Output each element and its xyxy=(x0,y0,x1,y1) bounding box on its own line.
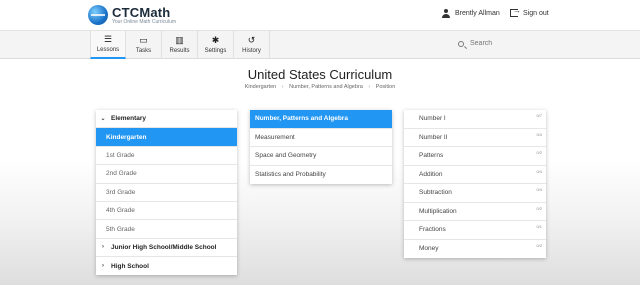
topic-item[interactable]: Patterns 0/2 xyxy=(404,147,546,166)
user-menu[interactable]: Brently Allman xyxy=(442,9,500,18)
nav-label: Settings xyxy=(204,48,227,54)
level-elementary[interactable]: ⌄ Elementary xyxy=(96,110,237,129)
strand-label: Number, Patterns and Algebra xyxy=(255,115,348,123)
nav-history[interactable]: ↺ History xyxy=(234,31,270,59)
strand-label: Measurement xyxy=(255,133,295,141)
page-title: United States Curriculum xyxy=(247,67,393,82)
grade-label: 2nd Grade xyxy=(106,170,137,178)
grade-kindergarten[interactable]: Kindergarten xyxy=(96,128,237,147)
topic-progress: 0/4 xyxy=(536,168,542,174)
level-label: High School xyxy=(111,262,149,270)
topic-item[interactable]: Money 0/2 xyxy=(404,240,546,259)
nav-label: Results xyxy=(169,48,190,54)
globe-icon xyxy=(88,5,108,25)
strand-panel: Number, Patterns and Algebra Measurement… xyxy=(250,110,392,184)
level-label: Elementary xyxy=(111,115,147,123)
strand-item[interactable]: Space and Geometry xyxy=(250,147,392,166)
breadcrumb-separator: › xyxy=(281,84,284,90)
breadcrumb: Kindergarten › Number, Patterns and Alge… xyxy=(0,84,640,90)
nav-settings[interactable]: ✱ Settings xyxy=(198,31,234,59)
user-icon xyxy=(442,9,450,18)
topic-progress: 0/1 xyxy=(536,224,542,229)
grade-5th[interactable]: 5th Grade xyxy=(96,220,237,239)
topic-label: Money xyxy=(419,245,439,253)
user-name: Brently Allman xyxy=(455,10,500,17)
gear-icon: ✱ xyxy=(211,35,220,45)
level-high-school[interactable]: › High School xyxy=(96,257,237,275)
nav-results[interactable]: ▥ Results xyxy=(162,31,198,59)
level-label: Junior High School/Middle School xyxy=(111,243,217,251)
sign-out-icon xyxy=(510,6,521,17)
nav-tasks[interactable]: ▭ Tasks xyxy=(126,31,162,59)
search-box[interactable] xyxy=(458,40,548,47)
breadcrumb-item[interactable]: Number, Patterns and Algebra xyxy=(289,84,363,90)
chevron-right-icon: › xyxy=(102,244,104,251)
grade-label: 5th Grade xyxy=(106,225,135,233)
grade-4th[interactable]: 4th Grade xyxy=(96,202,237,221)
topic-item[interactable]: Addition 0/4 xyxy=(404,166,546,184)
topic-item[interactable]: Multiplication 0/2 xyxy=(404,203,546,221)
strand-item[interactable]: Measurement xyxy=(250,129,392,147)
search-icon xyxy=(458,40,464,47)
breadcrumb-item[interactable]: Kindergarten xyxy=(245,84,277,90)
topic-progress: 0/4 xyxy=(536,187,542,192)
topic-progress: 0/2 xyxy=(536,242,542,248)
nav-label: Tasks xyxy=(135,48,152,54)
grade-1st[interactable]: 1st Grade xyxy=(96,147,237,166)
grade-2nd[interactable]: 2nd Grade xyxy=(96,165,237,184)
grade-label: 3rd Grade xyxy=(106,188,136,196)
topic-item[interactable]: Number I 0/7 xyxy=(404,110,546,129)
topic-item[interactable]: Number II 0/4 xyxy=(404,129,546,147)
grade-label: Kindergarten xyxy=(106,133,147,141)
level-panel: ⌄ Elementary Kindergarten 1st Grade 2nd … xyxy=(96,110,237,275)
bar-chart-icon: ▥ xyxy=(175,35,184,45)
breadcrumb-separator: › xyxy=(368,84,371,90)
topic-label: Multiplication xyxy=(419,207,457,215)
breadcrumb-item: Position xyxy=(375,84,396,90)
grade-label: 1st Grade xyxy=(106,151,135,159)
logo-subtitle: Your Online Math Curriculum xyxy=(112,18,177,25)
strand-item[interactable]: Statistics and Probability xyxy=(250,166,392,185)
main-nav: ☰ Lessons ▭ Tasks ▥ Results ✱ Settings ↺… xyxy=(0,30,640,59)
topic-label: Subtraction xyxy=(419,189,452,197)
chevron-right-icon: › xyxy=(102,263,104,270)
topic-progress: 0/7 xyxy=(536,113,542,118)
strand-label: Space and Geometry xyxy=(255,152,317,160)
strand-item[interactable]: Number, Patterns and Algebra xyxy=(250,110,392,129)
topic-label: Number I xyxy=(419,115,446,123)
topic-label: Patterns xyxy=(419,152,444,160)
grade-label: 4th Grade xyxy=(106,207,135,215)
topic-label: Addition xyxy=(419,170,443,178)
level-junior-high[interactable]: › Junior High School/Middle School xyxy=(96,239,237,258)
topic-label: Number II xyxy=(419,133,448,141)
ctcmath-logo[interactable]: CTCMath Your Online Math Curriculum xyxy=(88,4,176,26)
topic-progress: 0/2 xyxy=(536,205,542,211)
sign-out-button[interactable]: Sign out xyxy=(510,6,549,17)
list-icon: ☰ xyxy=(103,34,113,44)
topic-item[interactable]: Subtraction 0/4 xyxy=(404,184,546,203)
topic-panel: Number I 0/7 Number II 0/4 Patterns 0/2 … xyxy=(404,110,546,258)
nav-lessons[interactable]: ☰ Lessons xyxy=(90,31,126,59)
grade-3rd[interactable]: 3rd Grade xyxy=(96,184,237,202)
chevron-down-icon: ⌄ xyxy=(100,116,106,123)
sign-out-label: Sign out xyxy=(523,9,549,17)
tasks-icon: ▭ xyxy=(139,35,148,45)
nav-label: Lessons xyxy=(96,47,120,53)
topic-item[interactable]: Fractions 0/1 xyxy=(404,221,546,240)
topic-progress: 0/2 xyxy=(536,150,542,155)
logo-title: CTCMath xyxy=(112,4,171,20)
strand-label: Statistics and Probability xyxy=(255,171,326,179)
top-bar: CTCMath Your Online Math Curriculum Bren… xyxy=(0,0,640,30)
history-icon: ↺ xyxy=(247,35,256,45)
nav-label: History xyxy=(242,48,261,54)
topic-label: Fractions xyxy=(419,226,446,234)
topic-progress: 0/4 xyxy=(536,131,542,137)
search-input[interactable] xyxy=(470,40,540,47)
